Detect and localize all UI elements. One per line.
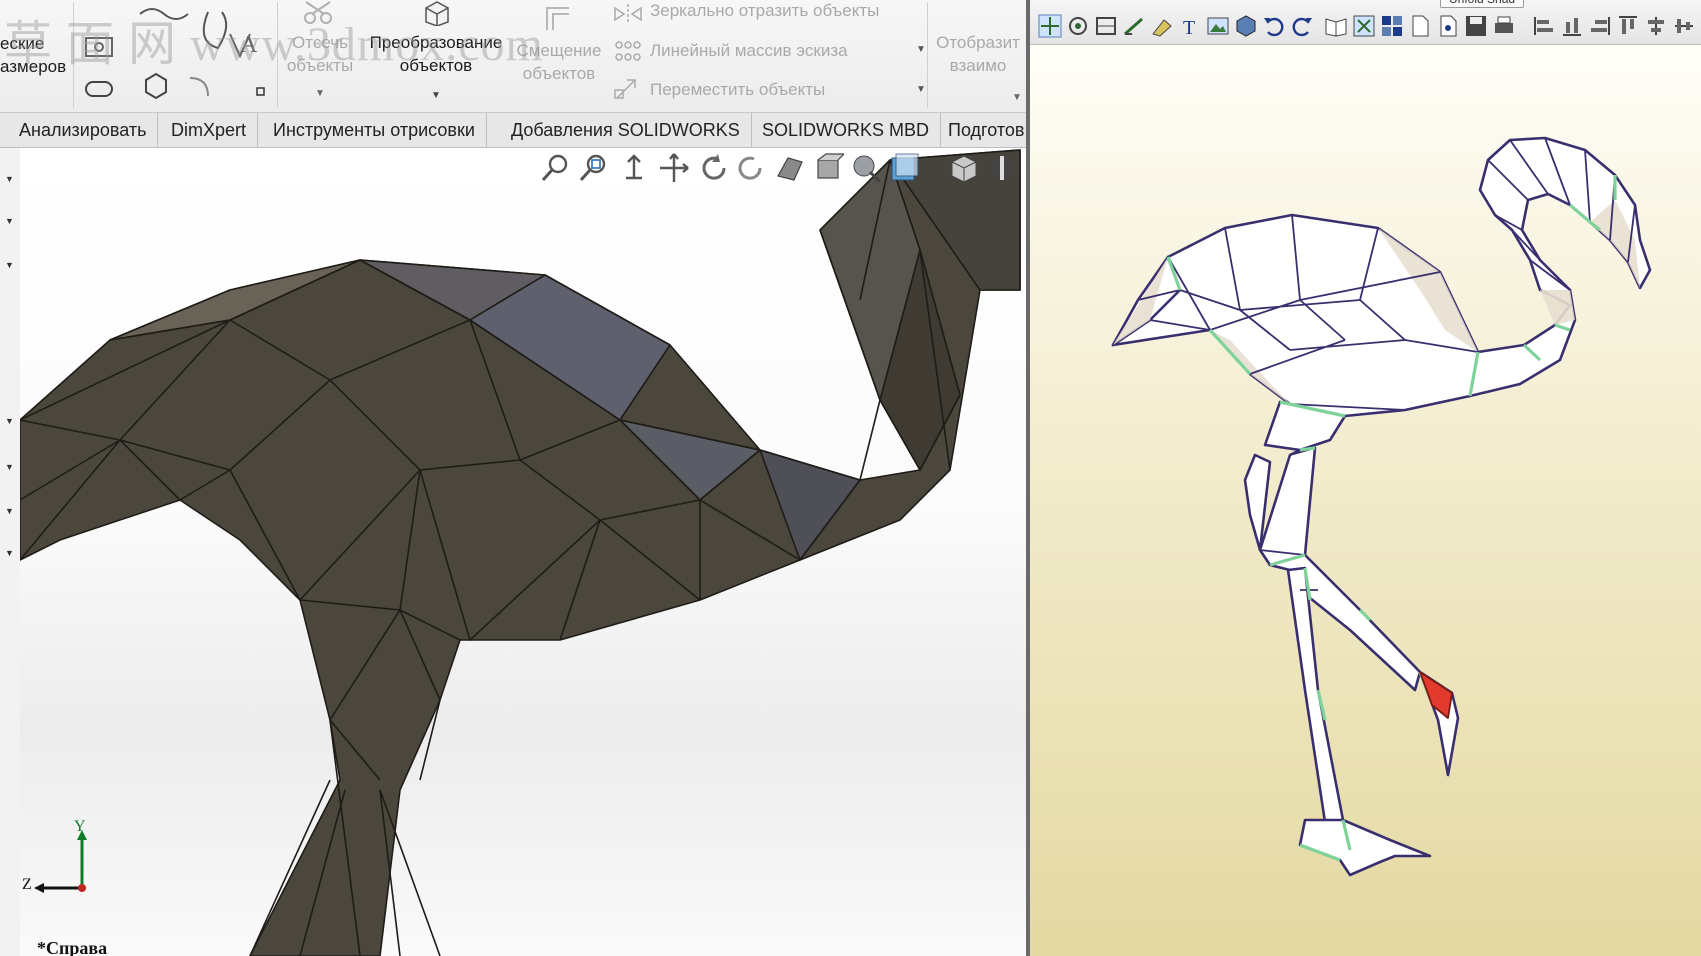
display-relations-dropdown-arrow[interactable]: ▼ [1012, 92, 1022, 103]
rotate-view-icon[interactable] [698, 152, 730, 184]
apply-scene-icon[interactable] [888, 152, 920, 184]
collapse-caret-icon[interactable]: ▼ [5, 506, 14, 516]
triad-y-label: Y [74, 818, 86, 835]
solidworks-window: еские азмеров A Отсечь объекты ▼ Преобра… [0, 0, 1026, 956]
section-view-icon[interactable] [658, 152, 690, 184]
hide-show-items-icon[interactable] [812, 152, 844, 184]
graphics-area[interactable] [20, 148, 1026, 956]
edit-appearance-icon[interactable] [850, 152, 882, 184]
select-rotate-icon[interactable] [1066, 14, 1090, 38]
page-setup-icon[interactable] [1436, 14, 1460, 38]
display-relations-label-line1: Отобразит [936, 33, 1020, 52]
offset-entities-icon [546, 7, 569, 30]
linear-pattern-icon [615, 41, 641, 61]
trim-label-line1: Отсечь [292, 33, 348, 52]
collapse-caret-icon[interactable]: ▼ [5, 216, 14, 226]
convert-dropdown-arrow[interactable]: ▼ [431, 90, 441, 101]
collapse-caret-icon[interactable]: ▼ [5, 174, 14, 184]
convert-entities-button[interactable]: Преобразование объектов [361, 31, 511, 77]
edit-edge-icon[interactable] [1122, 14, 1146, 38]
ribbon-divider [277, 2, 278, 108]
view-settings-icon[interactable] [948, 152, 980, 184]
move-dropdown-arrow[interactable]: ▼ [916, 84, 926, 95]
command-manager-tabs: Анализировать DimXpert Инструменты отрис… [0, 113, 1026, 148]
edit-flap-icon[interactable] [1150, 14, 1174, 38]
print-icon[interactable] [1492, 14, 1516, 38]
rotate-tool-icon[interactable] [1038, 14, 1062, 38]
move-entities-button[interactable]: Переместить объекты [650, 80, 825, 100]
parts-layout-icon[interactable] [1352, 14, 1376, 38]
unfold-icon[interactable] [1094, 14, 1118, 38]
tab-sketch-ink[interactable]: Инструменты отрисовки [262, 113, 487, 147]
tab-evaluate[interactable]: Анализировать [8, 113, 159, 147]
collapse-caret-icon[interactable]: ▼ [5, 548, 14, 558]
ribbon-divider [73, 2, 74, 108]
open-book-icon[interactable] [1324, 14, 1348, 38]
trim-dropdown-arrow[interactable]: ▼ [315, 88, 325, 99]
trim-entities-button[interactable]: Отсечь объекты [284, 31, 356, 77]
undo-icon[interactable] [1262, 14, 1286, 38]
flamingo-lowpoly-model[interactable] [20, 148, 1026, 956]
smart-dimension-label-line1: еские [0, 34, 45, 53]
page-icon[interactable] [1408, 14, 1432, 38]
offset-label-line1: Смещение [516, 41, 602, 60]
mirror-entities-button[interactable]: Зеркально отразить объекты [650, 1, 879, 21]
align-bottom-icon[interactable] [1560, 14, 1584, 38]
svg-text:T: T [1183, 17, 1195, 38]
view-orientation-label: *Справа [37, 938, 108, 956]
coordinate-triad [34, 830, 87, 893]
tab-prepare[interactable]: Подготов [937, 113, 1026, 147]
pepakura-toolbar: Unfold Shad T [1030, 0, 1701, 45]
flamingo-paper-model[interactable] [1030, 45, 1701, 956]
save-icon[interactable] [1464, 14, 1488, 38]
linear-pattern-dropdown-arrow[interactable]: ▼ [916, 44, 926, 55]
collapse-caret-icon[interactable]: ▼ [5, 260, 14, 270]
collapse-caret-icon[interactable]: ▼ [5, 462, 14, 472]
previous-view-icon[interactable] [618, 152, 650, 184]
pepakura-3d-window: Unfold Shad T [1030, 0, 1701, 956]
sketch-tools-icon-group[interactable]: A [80, 4, 270, 104]
convert-label-line1: Преобразование [369, 33, 503, 52]
view-orientation-icon[interactable] [734, 152, 766, 184]
command-ribbon: еские азмеров A Отсечь объекты ▼ Преобра… [0, 0, 1026, 113]
align-right-icon[interactable] [1588, 14, 1612, 38]
display-relations-button[interactable]: Отобразит взаимо [930, 31, 1026, 77]
align-top-icon[interactable] [1616, 14, 1640, 38]
unfold-button[interactable]: Unfold Shad [1440, 0, 1525, 8]
text-tool-icon[interactable]: T [1178, 14, 1202, 38]
offset-entities-button[interactable]: Смещение объектов [514, 39, 604, 85]
tab-solidworks-addins[interactable]: Добавления SOLIDWORKS [500, 113, 752, 147]
align-middle-icon[interactable] [1672, 14, 1696, 38]
smart-dimension-label-line2: азмеров [0, 57, 67, 76]
svg-text:A: A [240, 32, 258, 58]
tab-solidworks-mbd[interactable]: SOLIDWORKS MBD [751, 113, 942, 147]
image-tool-icon[interactable] [1206, 14, 1230, 38]
move-entities-icon [614, 79, 636, 99]
scissors-icon [304, 1, 332, 24]
grid-icon[interactable] [1380, 14, 1404, 38]
ribbon-divider [927, 2, 928, 108]
zoom-to-fit-icon[interactable] [540, 152, 572, 184]
align-center-icon[interactable] [1644, 14, 1668, 38]
display-relations-label-line2: взаимо [949, 56, 1007, 75]
mirror-icon [614, 4, 642, 24]
smart-dimension-button[interactable]: еские азмеров [0, 32, 66, 78]
display-style-icon[interactable] [774, 152, 806, 184]
monitor-icon[interactable] [986, 152, 1018, 184]
pepakura-3d-view[interactable] [1030, 45, 1701, 956]
offset-label-line2: объектов [522, 64, 596, 83]
tab-dimxpert[interactable]: DimXpert [160, 113, 259, 147]
collapse-caret-icon[interactable]: ▼ [5, 416, 14, 426]
linear-pattern-button[interactable]: Линейный массив эскиза [650, 41, 848, 61]
3d-cube-icon[interactable] [1234, 14, 1258, 38]
zoom-to-area-icon[interactable] [578, 152, 610, 184]
redo-icon[interactable] [1290, 14, 1314, 38]
trim-label-line2: объекты [286, 56, 354, 75]
triad-z-label: Z [22, 876, 32, 893]
cube-icon [425, 1, 449, 26]
align-left-icon[interactable] [1532, 14, 1556, 38]
convert-label-line2: объектов [399, 56, 473, 75]
feature-manager-collapsed-panel[interactable]: ▼ ▼ ▼ ▼ ▼ ▼ ▼ [0, 148, 21, 956]
